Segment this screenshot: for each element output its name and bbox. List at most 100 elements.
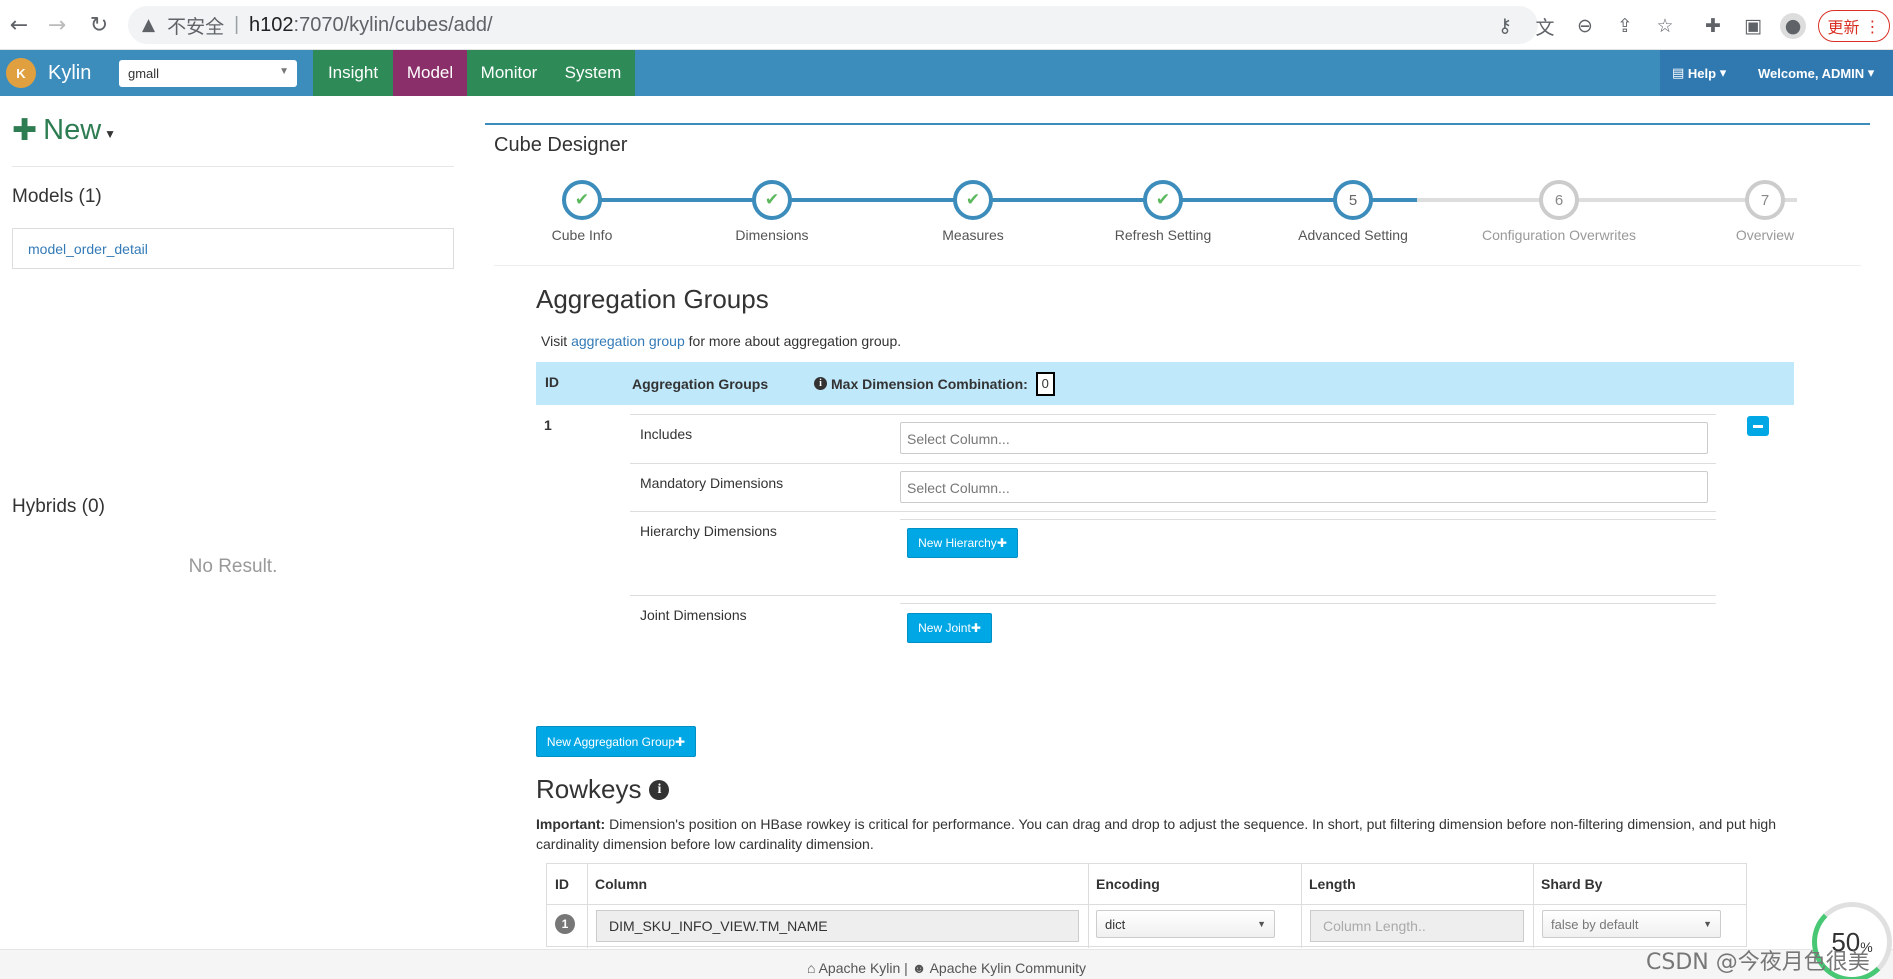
max-dimension-label: Max Dimension Combination: [831,375,1028,392]
rowkeys-col-length: Length [1309,876,1356,892]
reload-icon[interactable]: ↻ [84,10,114,40]
step-4-circle[interactable]: ✔ [1143,180,1183,220]
aggregation-groups-heading: Aggregation Groups [536,284,769,314]
row-divider [900,519,1716,520]
step-6-label[interactable]: Configuration Overwrites [1459,227,1659,243]
new-button-label: New [43,113,102,146]
help-menu[interactable]: ▤ Help ▾ [1672,50,1726,96]
step-5-label[interactable]: Advanced Setting [1253,227,1453,243]
new-aggregation-group-button[interactable]: New Aggregation Group ✚ [536,726,696,757]
rowkey-length-input[interactable]: Column Length.. [1310,910,1524,942]
bookmark-star-icon[interactable]: ☆ [1652,13,1678,39]
tab-model[interactable]: Model [393,50,467,96]
forward-arrow-icon[interactable]: → [42,10,72,40]
project-select-value: gmall [128,66,160,81]
key-icon[interactable]: ⚷ [1492,13,1518,39]
rowkey-column-field: DIM_SKU_INFO_VIEW.TM_NAME [596,910,1079,942]
new-joint-button[interactable]: New Joint ✚ [907,613,992,643]
caret-down-icon: ▼ [104,127,117,141]
step-7-label[interactable]: Overview [1665,227,1865,243]
tab-monitor[interactable]: Monitor [467,50,551,96]
step-6-circle[interactable]: 6 [1539,180,1579,220]
max-dimension-group: i Max Dimension Combination: 0 [814,362,1055,405]
tab-system[interactable]: System [551,50,635,96]
extensions-icon[interactable]: ✚ [1700,13,1726,39]
header-divider [547,904,1746,905]
apache-kylin-link[interactable]: Apache Kylin [819,960,901,976]
warning-icon: ▲ [142,15,156,35]
step-1-circle[interactable]: ✔ [562,180,602,220]
rowkey-encoding-select[interactable]: dict ▼ [1096,910,1275,938]
brand[interactable]: K Kylin [0,50,103,96]
back-arrow-icon[interactable]: ← [4,10,34,40]
models-heading: Models (1) [12,186,102,207]
new-button[interactable]: ✚ New ▼ [12,112,116,148]
hierarchy-dimensions-label: Hierarchy Dimensions [640,523,777,539]
plus-icon: ✚ [675,734,686,749]
wizard-line-pending [1417,198,1797,202]
step-5-circle[interactable]: 5 [1333,180,1373,220]
plus-icon: ✚ [12,113,38,147]
step-4-label[interactable]: Refresh Setting [1063,227,1263,243]
address-separator: | [234,14,240,35]
rowkeys-table: ID Column Encoding Length Shard By 1 DIM… [546,863,1747,948]
aggregation-help-text: Visit aggregation group for more about a… [541,333,902,349]
designer-top-border [485,123,1870,125]
step-3-circle[interactable]: ✔ [953,180,993,220]
check-icon: ✔ [764,190,780,209]
wizard-steps: ✔ Cube Info ✔ Dimensions ✔ Measures ✔ Re… [494,170,1861,266]
aggregation-row-id: 1 [544,417,552,433]
top-navbar: K Kylin gmall ▼ Insight Model Monitor Sy… [0,50,1893,96]
info-icon[interactable]: i [649,779,670,800]
translate-icon[interactable]: 文 [1532,13,1558,39]
update-button[interactable]: 更新 ⋮ [1818,10,1890,42]
step-1-label[interactable]: Cube Info [482,227,682,243]
check-icon: ✔ [574,190,590,209]
model-item[interactable]: model_order_detail [12,228,454,269]
rowkey-shard-by-select[interactable]: false by default ▼ [1542,910,1721,938]
includes-select[interactable]: Select Column... [900,422,1708,454]
col-aggregation-groups: Aggregation Groups [632,375,769,392]
remove-group-button[interactable] [1747,416,1769,436]
hybrids-heading: Hybrids (0) [12,496,105,517]
minus-icon [1753,424,1763,428]
max-dimension-input[interactable]: 0 [1035,371,1055,396]
page-footer: ⌂ Apache Kylin | ☻ Apache Kylin Communit… [0,949,1893,979]
side-panel-icon[interactable]: ▣ [1740,13,1766,39]
profile-avatar-icon[interactable]: ● [1780,13,1806,39]
community-link[interactable]: Apache Kylin Community [930,960,1086,976]
step-7-circle[interactable]: 7 [1745,180,1785,220]
no-result-text: No Result. [188,556,278,577]
check-icon: ✔ [965,190,981,209]
brand-name: Kylin [48,61,92,84]
aggregation-group-link[interactable]: aggregation group [571,333,685,349]
row-divider [630,511,1716,512]
step-2-circle[interactable]: ✔ [752,180,792,220]
zoom-out-icon[interactable]: ⊖ [1572,13,1598,39]
row-divider [630,463,1716,464]
user-menu[interactable]: Welcome, ADMIN ▾ [1758,50,1874,96]
rowkey-drag-badge[interactable]: 1 [555,914,575,934]
aggregation-table-header: ID Aggregation Groups i Max Dimension Co… [536,362,1794,405]
csdn-watermark: CSDN @今夜月色很美 [1646,950,1870,975]
new-hierarchy-button[interactable]: New Hierarchy ✚ [907,528,1018,558]
address-bar[interactable]: ▲ 不安全 | h102:7070/kylin/cubes/add/ [128,6,1538,44]
info-icon: i [814,377,827,390]
sidebar-divider [12,166,454,167]
designer-title: Cube Designer [494,134,628,156]
project-select[interactable]: gmall ▼ [119,60,297,87]
tab-insight[interactable]: Insight [313,50,393,96]
mandatory-dimensions-select[interactable]: Select Column... [900,471,1708,503]
url-text[interactable]: h102:7070/kylin/cubes/add/ [249,14,493,37]
step-3-label[interactable]: Measures [873,227,1073,243]
check-icon: ✔ [1155,190,1171,209]
book-icon: ▤ [1672,65,1688,80]
users-icon: ☻ [911,960,930,976]
rowkeys-col-encoding: Encoding [1096,876,1160,892]
includes-label: Includes [640,426,693,442]
step-2-label[interactable]: Dimensions [672,227,872,243]
browser-toolbar: ← → ↻ ▲ 不安全 | h102:7070/kylin/cubes/add/… [0,0,1893,50]
share-icon[interactable]: ⇪ [1612,13,1638,39]
rowkeys-col-shard-by: Shard By [1541,876,1603,892]
mandatory-dimensions-label: Mandatory Dimensions [640,475,784,491]
